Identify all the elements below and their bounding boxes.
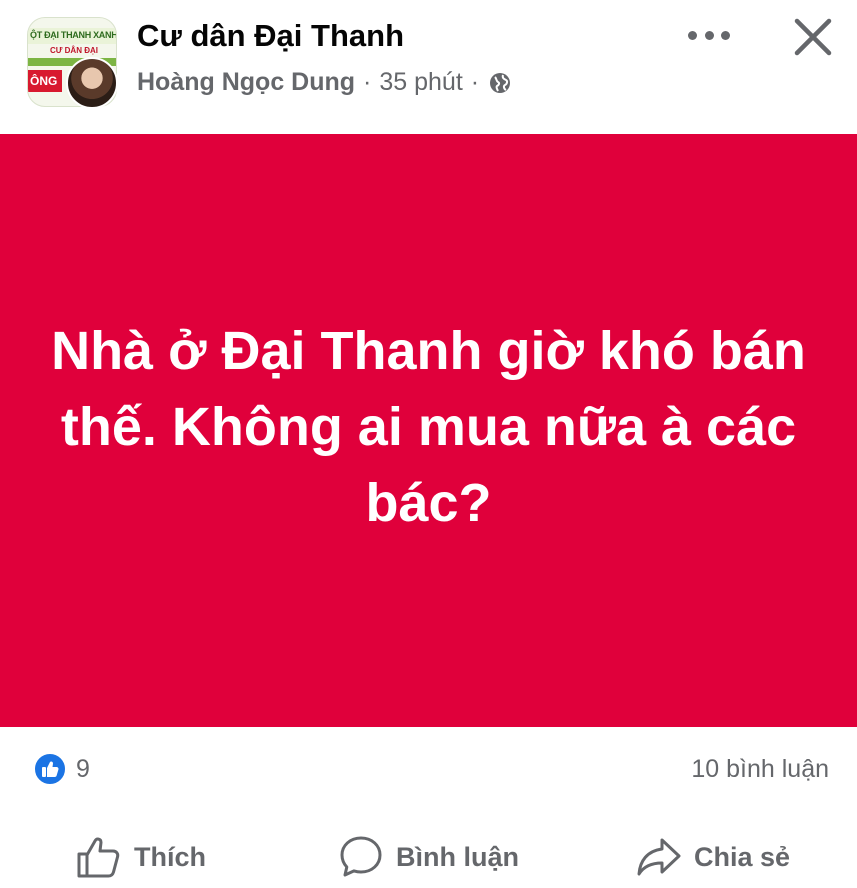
group-avatar-text-2: CƯ DÂN ĐẠI bbox=[50, 46, 98, 55]
group-avatar-text-3: ÔNG bbox=[28, 70, 62, 92]
share-button[interactable]: Chia sẻ bbox=[636, 832, 790, 882]
like-button[interactable]: Thích bbox=[76, 832, 206, 882]
post-text: Nhà ở Đại Thanh giờ khó bán thế. Không a… bbox=[51, 320, 806, 533]
meta-separator: · bbox=[363, 68, 372, 96]
author-name[interactable]: Hoàng Ngọc Dung bbox=[137, 68, 355, 97]
like-reaction-icon[interactable] bbox=[33, 752, 67, 786]
dot-1 bbox=[688, 30, 697, 40]
meta-separator-2: · bbox=[470, 68, 480, 96]
post-background-card[interactable]: Nhà ở Đại Thanh giờ khó bán thế. Không a… bbox=[0, 134, 857, 727]
share-arrow-icon bbox=[636, 835, 682, 879]
group-name[interactable]: Cư dân Đại Thanh bbox=[137, 18, 404, 54]
dot-3 bbox=[721, 30, 730, 40]
post-time[interactable]: 35 phút bbox=[379, 68, 462, 97]
comment-bubble-icon bbox=[338, 834, 384, 880]
reactions-bar: 9 10 bình luận bbox=[0, 742, 857, 798]
comment-button[interactable]: Bình luận bbox=[338, 832, 519, 882]
action-bar: Thích Bình luận Chia sẻ bbox=[0, 822, 857, 888]
post-meta: Hoàng Ngọc Dung · 35 phút · bbox=[137, 68, 511, 97]
like-count[interactable]: 9 bbox=[76, 755, 90, 784]
dot-2 bbox=[704, 30, 714, 40]
post-header: ỘT ĐẠI THANH XANH SẠCH CƯ DÂN ĐẠI ÔNG Cư… bbox=[0, 0, 857, 132]
share-label: Chia sẻ bbox=[694, 841, 791, 872]
comment-count[interactable]: 10 bình luận bbox=[691, 755, 829, 784]
close-icon[interactable] bbox=[790, 14, 836, 60]
comment-label: Bình luận bbox=[396, 841, 519, 872]
thumbs-up-icon bbox=[76, 835, 122, 879]
more-dots-icon[interactable] bbox=[684, 20, 734, 50]
globe-icon bbox=[489, 72, 511, 94]
like-label: Thích bbox=[134, 841, 206, 872]
author-avatar[interactable] bbox=[66, 57, 118, 109]
group-avatar-text-1: ỘT ĐẠI THANH XANH SẠCH bbox=[30, 30, 117, 40]
